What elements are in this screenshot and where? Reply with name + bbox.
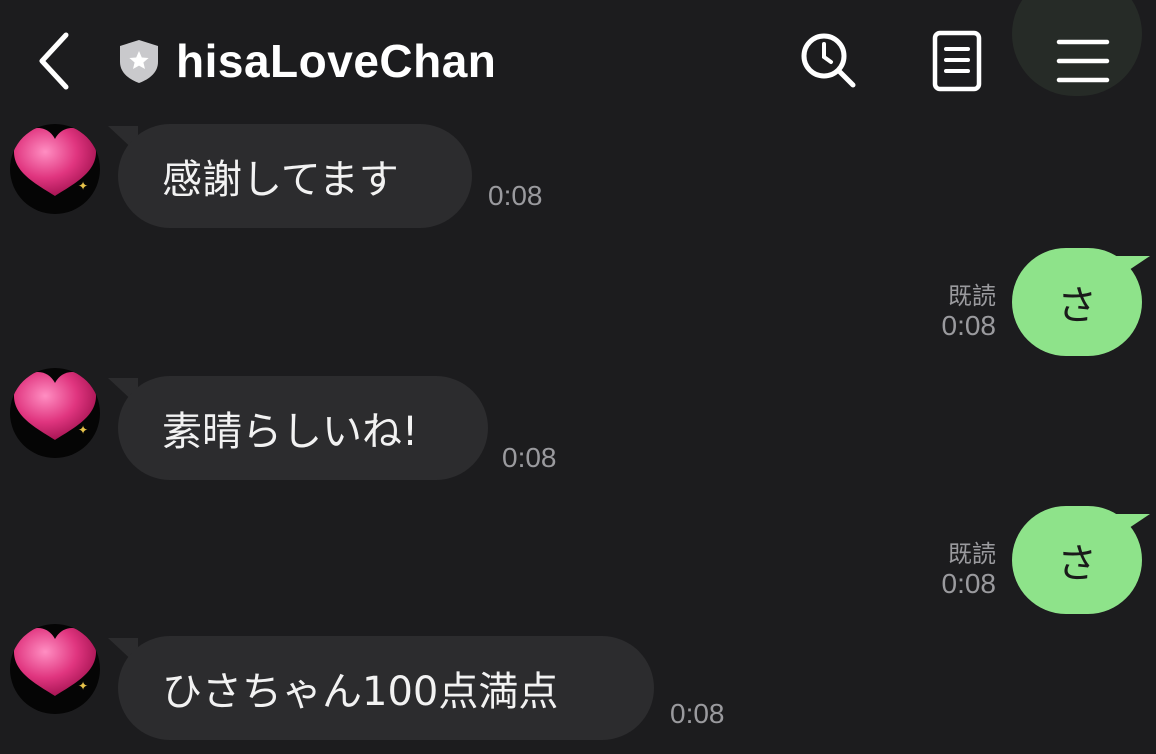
- heart-icon: ✦: [14, 372, 96, 440]
- notes-icon: [932, 30, 982, 92]
- notes-button[interactable]: [922, 26, 992, 96]
- avatar[interactable]: ✦: [10, 368, 100, 458]
- message-time: 0:08: [941, 568, 997, 599]
- back-button[interactable]: [26, 26, 82, 96]
- message-bubble-outgoing[interactable]: さ: [1012, 248, 1142, 356]
- hamburger-menu-icon: [1056, 39, 1110, 83]
- clock-search-icon: [801, 33, 856, 88]
- svg-text:✦: ✦: [78, 679, 88, 693]
- message-row-incoming: ✦ 感謝してます 0:08: [0, 124, 1156, 234]
- chat-header: hisaLoveChan: [0, 0, 1156, 120]
- message-bubble-incoming[interactable]: 素晴らしいね!: [118, 376, 488, 480]
- menu-button[interactable]: [1048, 26, 1118, 96]
- chevron-left-icon: [39, 32, 69, 90]
- message-time: 0:08: [488, 180, 543, 211]
- message-bubble-incoming[interactable]: ひさちゃん100点満点: [118, 636, 654, 740]
- message-row-incoming: ✦ ひさちゃん100点満点 0:08: [0, 624, 1156, 752]
- heart-icon: ✦: [14, 128, 96, 196]
- message-time: 0:08: [502, 442, 557, 473]
- read-receipt: 既読: [948, 540, 996, 568]
- heart-icon: ✦: [14, 628, 96, 696]
- message-row-outgoing: 既読 0:08 さ: [0, 506, 1156, 616]
- chat-screen: hisaLoveChan ✦ 感謝してます 0:08 既読 0:08 さ ✦ 素…: [0, 0, 1156, 754]
- message-time: 0:08: [941, 310, 997, 341]
- message-time: 0:08: [670, 698, 725, 729]
- avatar[interactable]: ✦: [10, 624, 100, 714]
- chat-title: hisaLoveChan: [176, 35, 497, 87]
- read-receipt: 既読: [948, 282, 996, 310]
- search-history-button[interactable]: [794, 26, 864, 96]
- message-bubble-outgoing[interactable]: さ: [1012, 506, 1142, 614]
- message-row-incoming: ✦ 素晴らしいね! 0:08: [0, 364, 1156, 488]
- svg-text:✦: ✦: [78, 179, 88, 193]
- svg-text:✦: ✦: [78, 423, 88, 437]
- message-row-outgoing: 既読 0:08 さ: [0, 248, 1156, 358]
- message-bubble-incoming[interactable]: 感謝してます: [118, 124, 472, 228]
- shield-star-icon: [120, 40, 158, 83]
- avatar[interactable]: ✦: [10, 124, 100, 214]
